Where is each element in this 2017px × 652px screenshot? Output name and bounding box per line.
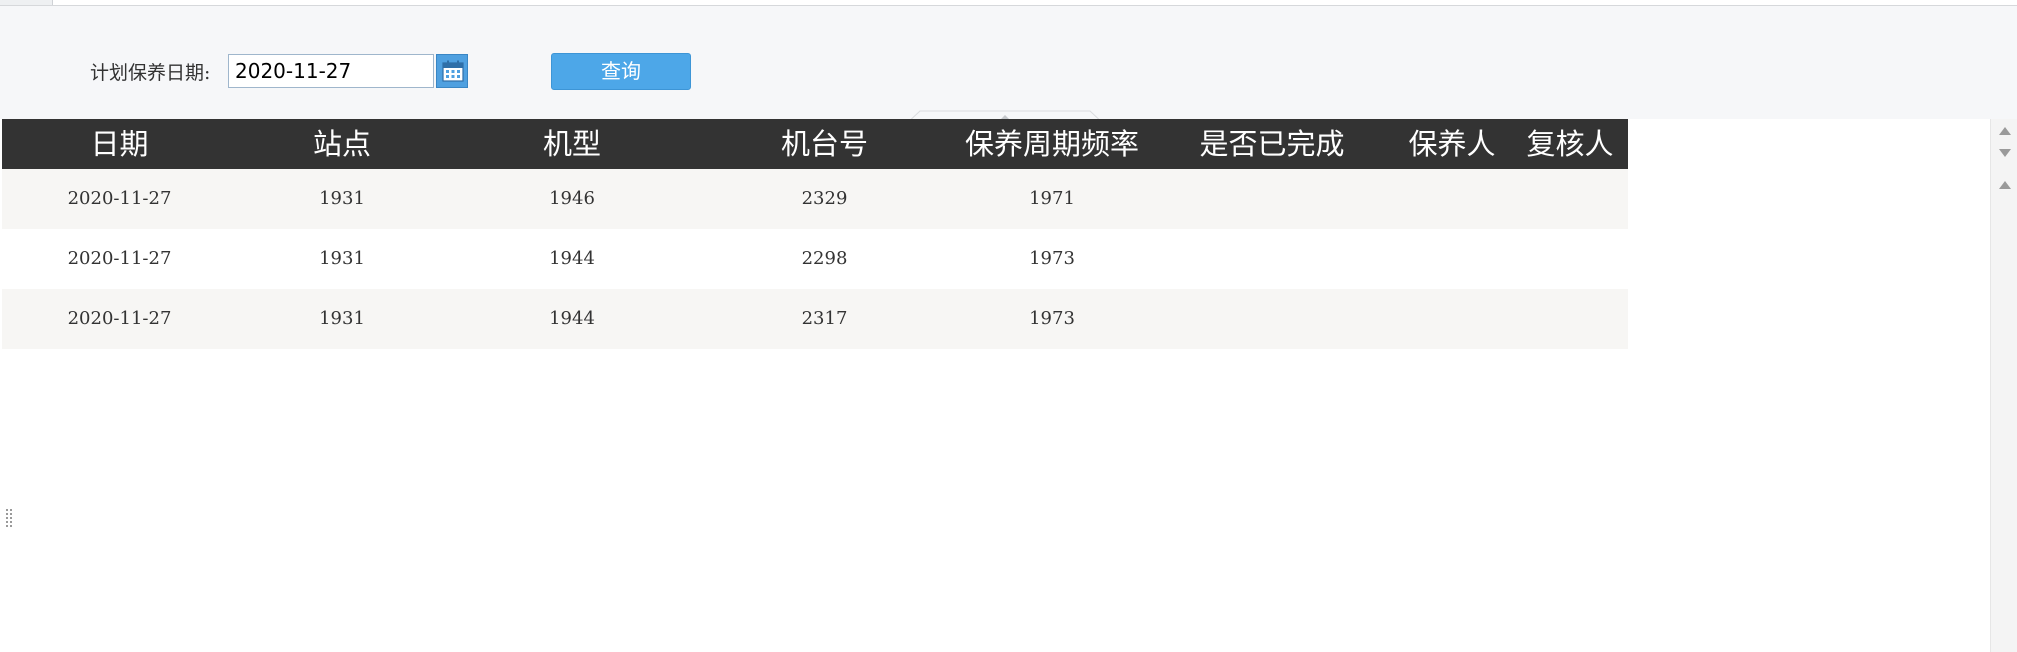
cell-model: 1944 (549, 308, 595, 329)
table-row[interactable]: 2020-11-27 1931 1944 2298 1973 (2, 229, 1628, 289)
plan-date-label: 计划保养日期: (90, 62, 211, 84)
column-header-completed[interactable]: 是否已完成 (1152, 119, 1392, 169)
grid-header: 日期 站点 机型 机台号 保养周期频率 是否已完成 保养人 复核人 (2, 119, 1628, 169)
cell-date: 2020-11-27 (67, 308, 172, 329)
tab-edge[interactable] (0, 0, 53, 5)
cell-model: 1946 (549, 188, 595, 209)
maintenance-grid: 日期 站点 机型 机台号 保养周期频率 是否已完成 保养人 复核人 2020-1… (2, 119, 1628, 349)
cell-reviewer (1512, 169, 1628, 229)
resize-grip-icon[interactable] (5, 508, 13, 528)
cell-completed (1152, 289, 1392, 349)
table-row[interactable]: 2020-11-27 1931 1946 2329 1971 (2, 169, 1628, 229)
cell-model: 1944 (549, 248, 595, 269)
scroll-down-icon[interactable] (1999, 149, 2011, 157)
cell-station: 1931 (319, 248, 365, 269)
cell-cycle-frequency: 1971 (1029, 188, 1075, 209)
cell-date: 2020-11-27 (67, 188, 172, 209)
cell-completed (1152, 229, 1392, 289)
cell-station: 1931 (319, 188, 365, 209)
calendar-icon[interactable] (436, 54, 468, 88)
plan-date-input[interactable] (228, 54, 434, 88)
query-button[interactable]: 查询 (551, 53, 691, 90)
column-header-cycle-frequency[interactable]: 保养周期频率 (952, 119, 1152, 169)
cell-machine-no: 2329 (801, 188, 848, 209)
query-panel: 计划保养日期: 查询 (0, 6, 2017, 125)
column-header-maintainer[interactable]: 保养人 (1392, 119, 1512, 169)
cell-station: 1931 (319, 308, 365, 329)
cell-completed (1152, 169, 1392, 229)
column-header-station[interactable]: 站点 (237, 119, 447, 169)
cell-cycle-frequency: 1973 (1029, 248, 1075, 269)
column-header-date[interactable]: 日期 (2, 119, 237, 169)
cell-machine-no: 2298 (801, 248, 848, 269)
vertical-scrollbar[interactable] (1990, 119, 2017, 652)
cell-reviewer (1512, 229, 1628, 289)
cell-machine-no: 2317 (801, 308, 848, 329)
column-header-machine-no[interactable]: 机台号 (697, 119, 952, 169)
column-header-reviewer[interactable]: 复核人 (1512, 119, 1628, 169)
cell-maintainer (1392, 229, 1512, 289)
cell-maintainer (1392, 289, 1512, 349)
cell-maintainer (1392, 169, 1512, 229)
table-row[interactable]: 2020-11-27 1931 1944 2317 1973 (2, 289, 1628, 349)
cell-date: 2020-11-27 (67, 248, 172, 269)
scroll-top-icon[interactable] (1999, 181, 2011, 189)
cell-reviewer (1512, 289, 1628, 349)
cell-cycle-frequency: 1973 (1029, 308, 1075, 329)
scroll-up-icon[interactable] (1999, 127, 2011, 135)
column-header-model[interactable]: 机型 (447, 119, 697, 169)
